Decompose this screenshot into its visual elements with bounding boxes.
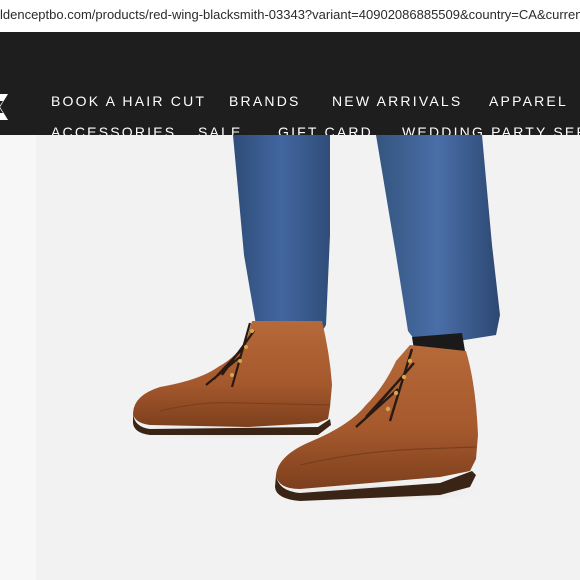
product-photo	[0, 135, 580, 580]
nav-brands[interactable]: BRANDS	[229, 93, 301, 109]
address-url[interactable]: ldenceptbo.com/products/red-wing-blacksm…	[0, 7, 580, 22]
logo-icon[interactable]	[0, 92, 10, 122]
nav-book-hair-cut[interactable]: BOOK A HAIR CUT	[51, 93, 206, 109]
site-navigation: BOOK A HAIR CUT BRANDS NEW ARRIVALS APPA…	[0, 32, 580, 140]
address-bar[interactable]: ldenceptbo.com/products/red-wing-blacksm…	[0, 0, 580, 33]
nav-new-arrivals[interactable]: NEW ARRIVALS	[332, 93, 462, 109]
browser-page: ldenceptbo.com/products/red-wing-blacksm…	[0, 0, 580, 580]
nav-apparel[interactable]: APPAREL	[489, 93, 568, 109]
product-hero-image[interactable]	[0, 135, 580, 580]
